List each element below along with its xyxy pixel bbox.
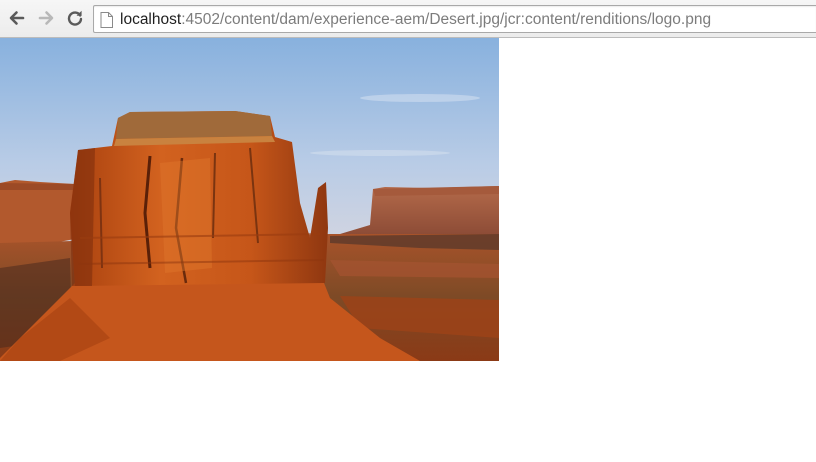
page-viewport bbox=[0, 38, 816, 462]
reload-icon bbox=[67, 10, 83, 26]
url-text[interactable]: localhost:4502/content/dam/experience-ae… bbox=[120, 10, 711, 30]
forward-button[interactable] bbox=[35, 7, 57, 29]
back-arrow-icon bbox=[9, 11, 25, 25]
url-path: :4502/content/dam/experience-aem/Desert.… bbox=[181, 11, 712, 28]
reload-button[interactable] bbox=[64, 7, 86, 29]
address-bar[interactable]: localhost:4502/content/dam/experience-ae… bbox=[93, 5, 816, 33]
forward-arrow-icon bbox=[38, 11, 54, 25]
back-button[interactable] bbox=[6, 7, 28, 29]
page-icon bbox=[100, 12, 113, 28]
desert-mesa-photo bbox=[0, 38, 499, 361]
url-host: localhost bbox=[120, 11, 182, 28]
browser-toolbar: localhost:4502/content/dam/experience-ae… bbox=[0, 0, 816, 38]
